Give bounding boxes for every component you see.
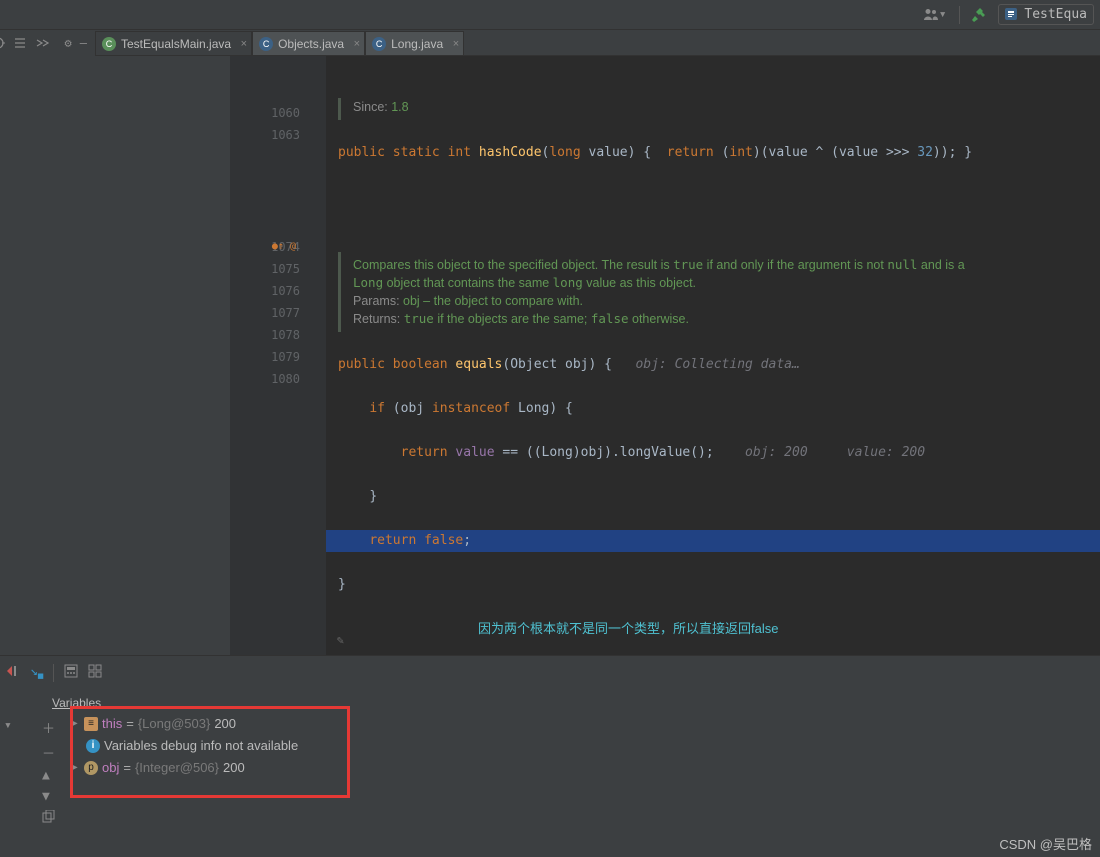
variables-tree[interactable]: ▶ ≡ this = {Long@503} 200 i Variables de… <box>70 714 298 780</box>
class-icon: C <box>372 37 386 51</box>
chevron-right-icon[interactable]: ▶ <box>70 758 80 778</box>
layout-icon[interactable] <box>88 664 102 682</box>
collapse-icon[interactable] <box>35 36 49 50</box>
target-icon[interactable] <box>0 36 5 50</box>
chevron-right-icon[interactable]: ▶ <box>70 714 80 734</box>
users-icon[interactable]: ▾ <box>919 5 951 24</box>
restart-frame-icon[interactable] <box>6 664 20 682</box>
javadoc-block: Compares this object to the specified ob… <box>338 252 978 332</box>
main-toolbar: ▾ TestEqua <box>0 0 1100 30</box>
project-sidebar: ⚙ — <box>0 30 95 655</box>
line-gutter: 1060 1063 1074●↑ @ 1075 1076 1077 1078 1… <box>230 56 326 655</box>
run-config-label: TestEqua <box>1024 7 1087 22</box>
structure-strip <box>95 56 230 655</box>
close-icon[interactable]: × <box>354 38 360 50</box>
hide-icon[interactable]: — <box>80 36 87 50</box>
build-icon[interactable] <box>968 6 990 24</box>
variable-row[interactable]: ▶ ≡ this = {Long@503} 200 <box>70 714 298 734</box>
editor-area[interactable]: 1060 1063 1074●↑ @ 1075 1076 1077 1078 1… <box>95 56 1100 655</box>
tab-objects[interactable]: C Objects.java × <box>252 31 365 55</box>
editor-tabs: C TestEqualsMain.java × C Objects.java ×… <box>95 30 1100 56</box>
inline-hint: obj: Collecting data… <box>635 357 799 372</box>
expand-icon[interactable] <box>13 36 27 50</box>
move-up-icon[interactable]: ▲ <box>42 768 55 783</box>
variable-row[interactable]: ▶ p obj = {Integer@506} 200 <box>70 758 298 778</box>
dropdown-icon[interactable]: ▾ <box>4 718 12 733</box>
class-icon: C <box>259 37 273 51</box>
tab-testequalsmain[interactable]: C TestEqualsMain.java × <box>95 31 252 55</box>
remove-watch-icon[interactable]: － <box>42 743 55 762</box>
close-icon[interactable]: × <box>453 38 459 50</box>
info-icon: i <box>86 739 100 753</box>
variable-info: i Variables debug info not available <box>70 736 298 756</box>
inline-hint: obj: 200 <box>745 445 808 460</box>
code-content[interactable]: Since: 1.8 public static int hashCode(lo… <box>326 56 1100 655</box>
tab-label: Long.java <box>391 37 443 51</box>
calculator-icon[interactable] <box>64 664 78 682</box>
user-annotation: 因为两个根本就不是同一个类型，所以直接返回false <box>478 621 778 636</box>
field-icon: ≡ <box>84 717 98 731</box>
tab-label: Objects.java <box>278 37 344 51</box>
override-marker[interactable]: ●↑ @ <box>272 236 296 258</box>
move-down-icon[interactable]: ▼ <box>42 789 55 804</box>
javadoc-block: Since: 1.8 <box>338 98 978 120</box>
param-icon: p <box>84 761 98 775</box>
current-exec-line: return false; <box>326 530 1100 552</box>
tab-label: TestEqualsMain.java <box>121 37 231 51</box>
run-config-select[interactable]: TestEqua <box>998 4 1094 25</box>
copy-icon[interactable] <box>42 810 55 823</box>
tab-long[interactable]: C Long.java × <box>365 31 464 55</box>
watermark: CSDN @吴巴格 <box>999 834 1092 853</box>
gear-icon[interactable]: ⚙ <box>65 36 72 50</box>
variables-title: Variables <box>52 696 101 710</box>
inline-hint: value: 200 <box>847 445 925 460</box>
step-icon[interactable]: ↘■ <box>30 664 43 682</box>
class-icon: C <box>102 37 116 51</box>
close-icon[interactable]: × <box>241 38 247 50</box>
add-watch-icon[interactable]: ＋ <box>42 718 55 737</box>
debugger-panel: ↘■ Variables ▾ ＋ － ▲ ▼ ▶ ≡ this = {Long@… <box>0 655 1100 857</box>
